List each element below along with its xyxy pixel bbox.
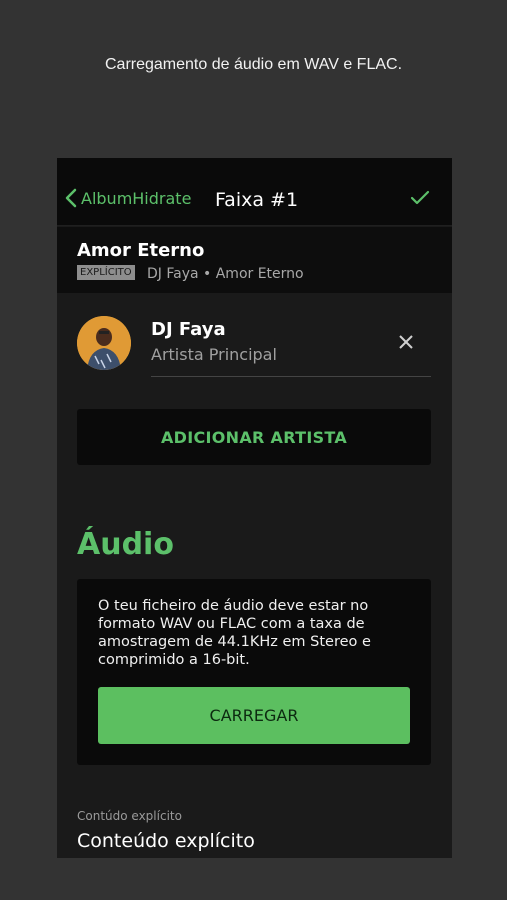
remove-artist-button[interactable] — [398, 334, 414, 354]
explicit-field-label: Contúdo explícito — [77, 809, 182, 823]
phone-screen: AlbumHidrate Faixa #1 Amor Eterno EXPLÍC… — [57, 158, 452, 858]
artist-name: DJ Faya — [151, 319, 226, 340]
screenshot-caption: Carregamento de áudio em WAV e FLAC. — [104, 56, 403, 73]
chevron-left-icon — [65, 188, 77, 208]
top-app-bar: AlbumHidrate Faixa #1 — [57, 158, 452, 226]
upload-button[interactable]: CARREGAR — [98, 687, 410, 744]
explicit-badge: EXPLÍCITO — [77, 265, 135, 280]
track-title: Amor Eterno — [77, 240, 205, 261]
artist-row[interactable]: DJ Faya Artista Principal — [57, 312, 452, 378]
close-icon — [399, 335, 413, 349]
track-header: Amor Eterno EXPLÍCITO DJ Faya • Amor Ete… — [57, 227, 452, 293]
divider — [151, 376, 431, 377]
artist-role: Artista Principal — [151, 345, 277, 364]
back-label: AlbumHidrate — [81, 188, 192, 208]
check-icon — [410, 190, 430, 205]
audio-description: O teu ficheiro de áudio deve estar no fo… — [98, 598, 371, 668]
artist-photo-icon — [77, 316, 131, 370]
back-button[interactable]: AlbumHidrate — [65, 188, 191, 208]
audio-section-title: Áudio — [77, 527, 174, 562]
track-subtitle: DJ Faya • Amor Eterno — [147, 266, 304, 282]
confirm-button[interactable] — [410, 190, 430, 210]
page-title: Faixa #1 — [215, 189, 299, 211]
avatar — [77, 316, 131, 370]
explicit-field[interactable]: Conteúdo explícito — [77, 830, 255, 852]
audio-upload-card: O teu ficheiro de áudio deve estar no fo… — [77, 579, 431, 765]
add-artist-button[interactable]: ADICIONAR ARTISTA — [77, 409, 431, 465]
